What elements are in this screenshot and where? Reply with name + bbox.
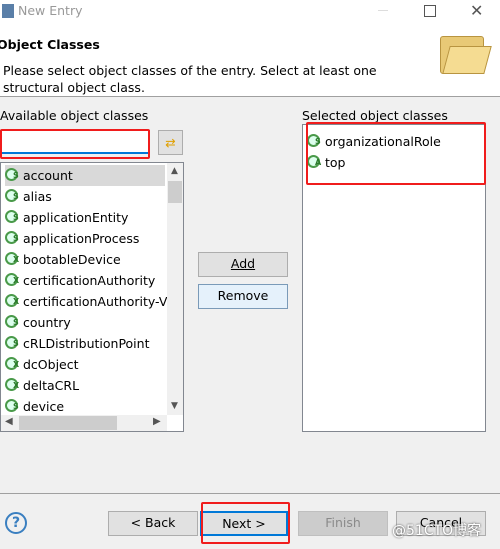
item-label: country [23, 315, 71, 330]
add-label: Add [230, 256, 256, 271]
objectclass-icon: X [5, 273, 19, 287]
objectclass-icon: X [5, 378, 19, 392]
folder-icon [440, 32, 492, 76]
available-list[interactable]: Saccount Salias SapplicationEntity Sapplica… [0, 162, 184, 432]
highlight-annotation [306, 122, 486, 185]
list-item[interactable]: XdcObject [5, 354, 165, 375]
remove-label: Remove [217, 288, 269, 303]
list-item[interactable]: Saccount [5, 165, 165, 186]
item-label: applicationProcess [23, 231, 140, 246]
item-label: certificationAuthority [23, 273, 156, 288]
highlight-annotation [0, 129, 150, 159]
maximize-button[interactable] [424, 5, 436, 17]
list-item[interactable]: XcertificationAuthority [5, 270, 165, 291]
watermark: @51CTO博客 [392, 523, 482, 539]
item-label: certificationAuthority-V2 [23, 294, 176, 309]
window-title: New Entry [18, 3, 83, 18]
list-item[interactable]: Salias [5, 186, 165, 207]
list-item[interactable]: SapplicationEntity [5, 207, 165, 228]
selected-label: Selected object classes [302, 108, 448, 123]
item-label: device [23, 399, 65, 414]
item-label: account [23, 168, 73, 183]
available-label: Available object classes [0, 108, 149, 123]
remove-button[interactable]: Remove [198, 284, 288, 309]
highlight-annotation [201, 502, 290, 544]
list-item[interactable]: XcertificationAuthority-V2 [5, 291, 175, 312]
item-label: applicationEntity [23, 210, 129, 225]
objectclass-icon: X [5, 294, 19, 308]
scroll-thumb[interactable] [168, 181, 182, 203]
divider [0, 493, 500, 494]
objectclass-icon: X [5, 357, 19, 371]
item-label: alias [23, 189, 52, 204]
list-item[interactable]: XdeltaCRL [5, 375, 165, 396]
refresh-icon: ⇄ [165, 135, 176, 150]
objectclass-icon: S [5, 168, 19, 182]
objectclass-icon: X [5, 252, 19, 266]
vertical-scrollbar[interactable]: ▲ ▼ [167, 163, 183, 415]
list-item[interactable]: ScRLDistributionPoint [5, 333, 165, 354]
item-label: deltaCRL [23, 378, 80, 393]
item-label: cRLDistributionPoint [23, 336, 150, 351]
list-item[interactable]: XbootableDevice [5, 249, 165, 270]
list-item[interactable]: Scountry [5, 312, 165, 333]
finish-button: Finish [298, 511, 388, 536]
title-bar: New Entry ✕ [0, 0, 500, 22]
item-label: dcObject [23, 357, 79, 372]
objectclass-icon: S [5, 336, 19, 350]
objectclass-icon: S [5, 231, 19, 245]
refresh-button[interactable]: ⇄ [158, 130, 183, 155]
list-item[interactable]: Sdevice [5, 396, 165, 417]
objectclass-icon: S [5, 399, 19, 413]
close-button[interactable]: ✕ [470, 1, 483, 20]
minimize-button[interactable] [378, 10, 388, 11]
objectclass-icon: S [5, 189, 19, 203]
back-button[interactable]: < Back [108, 511, 198, 536]
objectclass-icon: S [5, 315, 19, 329]
scroll-thumb[interactable] [19, 416, 117, 430]
page-description: Please select object classes of the entr… [3, 63, 377, 95]
add-button[interactable]: Add [198, 252, 288, 277]
list-item[interactable]: SapplicationProcess [5, 228, 165, 249]
horizontal-scrollbar[interactable]: ◀ ▶ [1, 415, 167, 431]
objectclass-icon: S [5, 210, 19, 224]
item-label: bootableDevice [23, 252, 121, 267]
help-icon[interactable]: ? [5, 512, 27, 534]
page-title: Object Classes [0, 37, 100, 52]
app-icon [2, 4, 14, 18]
